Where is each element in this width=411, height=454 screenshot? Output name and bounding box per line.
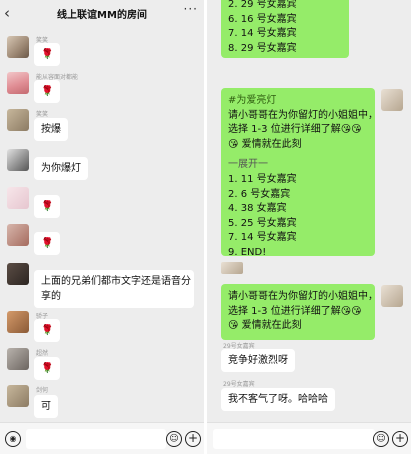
message-bubble[interactable]: 🌹	[34, 319, 61, 342]
avatar[interactable]	[381, 285, 403, 307]
message-text: 按爆	[41, 124, 61, 135]
message-bubble[interactable]: 🌹	[34, 195, 61, 218]
rose-emoji: 🌹	[41, 201, 54, 212]
chat-screen-right: 2. 29 号女嘉宾 6. 16 号女嘉宾 7. 14 号女嘉宾 8. 29 号…	[207, 0, 411, 454]
message-bubble[interactable]: 🌹	[34, 43, 61, 66]
message-bubble[interactable]: #为爱亮灯 请小哥哥在为你留灯的小姐姐中， 选择 1-3 位进行详细了解😘😘 😘…	[221, 88, 378, 258]
message-bubble[interactable]: 可	[34, 395, 58, 418]
list-item: 7. 14 号女嘉宾	[228, 232, 297, 244]
avatar[interactable]	[7, 187, 29, 209]
list-item: 6. 16 号女嘉宾	[228, 13, 297, 25]
input-bar: ☺ +	[207, 422, 411, 454]
more-icon[interactable]: ···	[184, 2, 198, 16]
chat-screen-left: ‹ 线上联谊MM的房间 ··· 笑笑 🌹 能从容面对都能 🌹 笑笑 按爆 为你爆…	[0, 0, 204, 454]
avatar[interactable]	[7, 348, 29, 370]
message-text: 选择 1-3 位进行详细了解😘😘	[228, 305, 362, 317]
message-bubble[interactable]: 🌹	[34, 80, 61, 103]
message-text: 我不客气了呀。哈哈哈	[228, 394, 328, 405]
plus-icon[interactable]: +	[392, 431, 408, 447]
message-bubble[interactable]: 竞争好激烈呀	[221, 349, 295, 372]
message-text: 享的	[41, 291, 61, 302]
message-input[interactable]	[26, 429, 166, 449]
message-bubble[interactable]: 请小哥哥在为你留灯的小姐姐中， 选择 1-3 位进行详细了解😘😘 😘 爱情就在此…	[221, 284, 378, 340]
message-bubble[interactable]: 我不客气了呀。哈哈哈	[221, 388, 335, 411]
avatar[interactable]	[221, 262, 243, 274]
message-bubble[interactable]: 为你爆灯	[34, 157, 88, 180]
message-text: 请小哥哥在为你留灯的小姐姐中，	[228, 291, 378, 302]
list-item: 2. 6 号女嘉宾	[228, 188, 291, 200]
sender-name: 剑何	[36, 387, 49, 394]
sender-name: 笑笑	[36, 111, 49, 118]
rose-emoji: 🌹	[41, 363, 54, 374]
message-text: 😘 爱情就在此刻	[228, 320, 302, 332]
avatar[interactable]	[7, 149, 29, 171]
message-text: 竞争好激烈呀	[228, 355, 288, 366]
list-item: 1. 11 号女嘉宾	[228, 173, 297, 185]
avatar[interactable]	[7, 109, 29, 131]
back-icon[interactable]: ‹	[4, 3, 10, 23]
rose-emoji: 🌹	[41, 238, 54, 249]
avatar[interactable]	[7, 263, 29, 285]
message-bubble[interactable]: 2. 29 号女嘉宾 6. 16 号女嘉宾 7. 14 号女嘉宾 8. 29 号…	[221, 0, 349, 59]
input-bar: ◉ ☺ +	[0, 422, 204, 454]
list-item: 2. 29 号女嘉宾	[228, 0, 297, 10]
plus-icon[interactable]: +	[185, 431, 201, 447]
expand-divider: 一展开一	[228, 159, 268, 171]
emoji-icon[interactable]: ☺	[166, 431, 182, 447]
message-bubble[interactable]: 按爆	[34, 118, 68, 141]
hashtag: #为爱亮灯	[228, 95, 277, 106]
message-text: 请小哥哥在为你留灯的小姐姐中，	[228, 109, 378, 121]
voice-icon[interactable]: ◉	[5, 431, 21, 447]
sender-name: 超然	[36, 350, 49, 357]
chat-header: ‹ 线上联谊MM的房间 ···	[0, 0, 204, 28]
list-item: 4. 38 女嘉宾	[228, 203, 287, 215]
message-input[interactable]	[213, 429, 375, 449]
avatar[interactable]	[7, 385, 29, 407]
list-item: 7. 14 号女嘉宾	[228, 28, 297, 40]
avatar[interactable]	[7, 224, 29, 246]
list-item: 9. END!	[228, 246, 267, 258]
avatar[interactable]	[7, 36, 29, 58]
message-text: 为你爆灯	[41, 163, 81, 174]
rose-emoji: 🌹	[41, 325, 54, 336]
message-bubble[interactable]: 🌹	[34, 357, 61, 380]
sender-name: 29号女嘉宾	[223, 381, 255, 388]
emoji-icon[interactable]: ☺	[373, 431, 389, 447]
message-text: 可	[41, 401, 51, 412]
message-text: 😘 爱情就在此刻	[228, 138, 302, 150]
list-item: 5. 25 号女嘉宾	[228, 217, 297, 229]
avatar[interactable]	[7, 72, 29, 94]
rose-emoji: 🌹	[41, 86, 54, 97]
avatar[interactable]	[7, 311, 29, 333]
message-text: 上面的兄弟们都市文字还是语音分	[41, 276, 191, 287]
rose-emoji: 🌹	[41, 49, 54, 60]
chat-title: 线上联谊MM的房间	[57, 10, 147, 21]
avatar[interactable]	[381, 89, 403, 111]
message-bubble[interactable]: 🌹	[34, 232, 61, 255]
message-bubble[interactable]: 上面的兄弟们都市文字还是语音分 享的	[34, 270, 194, 308]
message-text: 选择 1-3 位进行详细了解😘😘	[228, 124, 362, 136]
list-item: 8. 29 号女嘉宾	[228, 42, 297, 54]
